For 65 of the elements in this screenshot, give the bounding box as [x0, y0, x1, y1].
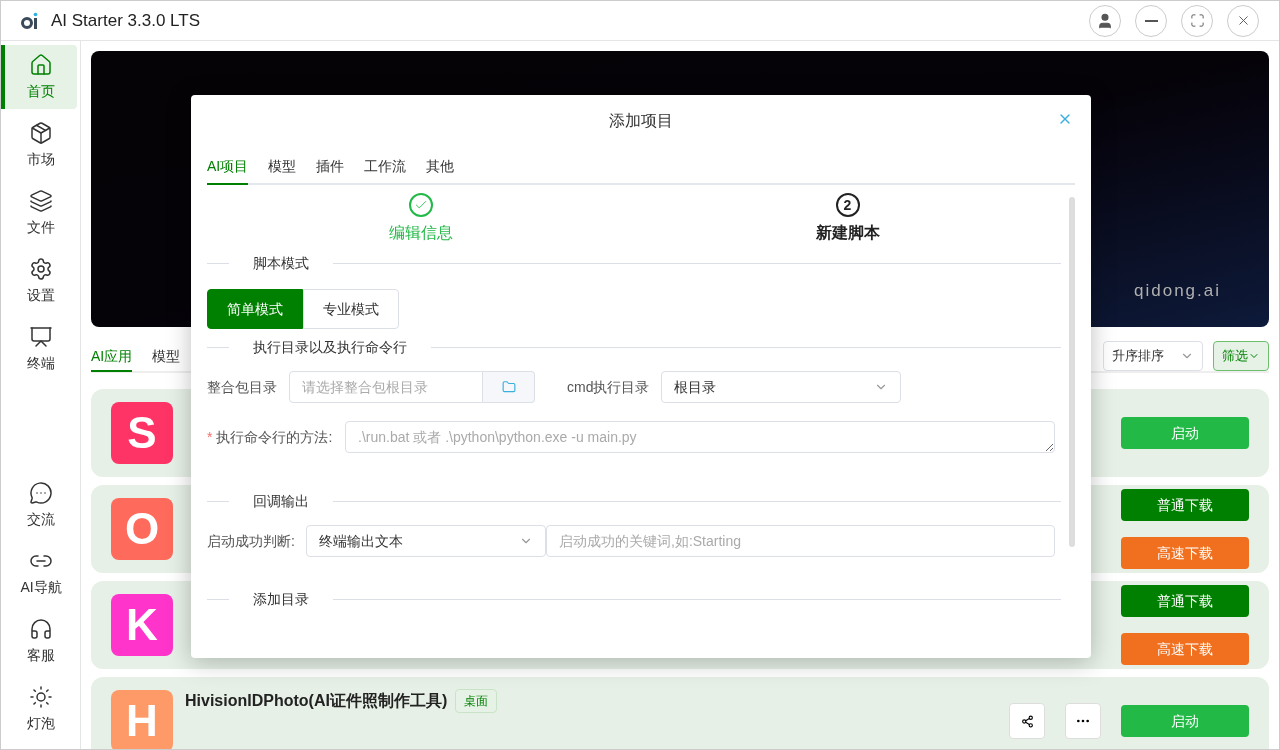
field-label: cmd执行目录 — [567, 377, 650, 397]
section-title: 添加目录 — [253, 589, 309, 609]
command-field[interactable]: .\run.bat 或者 .\python\python.exe -u main.py — [345, 421, 1055, 453]
directory-select[interactable]: 根目录 — [661, 371, 902, 403]
window-title: AI Starter 3.3.0 LTS — [51, 9, 200, 32]
action-button[interactable]: 普通下载 — [1121, 585, 1249, 617]
dialog-tab[interactable]: AI项目 — [207, 149, 249, 185]
dialog-tab[interactable]: 模型 — [268, 149, 297, 185]
sun-icon — [29, 684, 53, 709]
app-title: HivisionIDPhoto(AI证件照制作工具) — [185, 691, 448, 711]
box-icon — [29, 120, 53, 145]
dialog-title: 添加项目 — [609, 111, 673, 131]
field-label: 执行命令行的方法: — [216, 427, 333, 447]
settings-icon — [29, 256, 53, 281]
category-tab[interactable]: AI应用 — [91, 342, 133, 372]
stack-icon — [29, 188, 53, 213]
banner-caption: qidong.ai — [1134, 279, 1221, 302]
dialog-tab[interactable]: 插件 — [316, 149, 345, 185]
step-label: 新建脚本 — [815, 223, 880, 243]
required-mark: * — [207, 427, 213, 447]
field-label: 整合包目录 — [207, 377, 278, 397]
easel-icon — [29, 324, 53, 349]
share-button[interactable] — [1009, 703, 1045, 739]
step-number: 2 — [835, 193, 860, 217]
action-button[interactable]: 普通下载 — [1121, 489, 1249, 521]
more-button[interactable] — [1065, 703, 1101, 739]
share-icon — [1020, 714, 1034, 728]
keyword-field[interactable]: 启动成功的关键词,如:Starting — [546, 525, 1055, 557]
home-icon — [29, 52, 53, 77]
field-label: 启动成功判断: — [207, 531, 296, 551]
sidebar-item[interactable]: 灯泡 — [1, 677, 77, 741]
minimize-icon — [1144, 19, 1158, 22]
mode-toggle[interactable]: 专业模式 — [303, 289, 399, 329]
directory-field[interactable]: 请选择整合包根目录 — [289, 371, 483, 403]
app-logo: S — [111, 402, 173, 464]
sidebar-item[interactable]: 设置 — [1, 249, 77, 313]
filter-button[interactable]: 筛选 — [1213, 341, 1269, 371]
app-logo: K — [111, 594, 173, 656]
app-logo: H — [111, 690, 173, 749]
sidebar-item[interactable]: 终端 — [1, 317, 77, 381]
dialog-tab[interactable]: 工作流 — [364, 149, 407, 185]
sidebar-item[interactable]: AI导航 — [1, 541, 77, 605]
category-tab[interactable]: 模型 — [152, 342, 181, 372]
section-title: 脚本模式 — [253, 253, 309, 273]
folder-browse-button[interactable] — [483, 371, 535, 403]
dialog-tab[interactable]: 其他 — [426, 149, 455, 185]
step-label: 编辑信息 — [388, 223, 453, 243]
app-logo: O — [111, 498, 173, 560]
output-type-select[interactable]: 终端输出文本 — [306, 525, 546, 557]
app-tag: 桌面 — [455, 689, 498, 713]
user-icon — [1096, 11, 1114, 30]
maximize-icon — [1189, 13, 1205, 28]
sort-select[interactable]: 升序排序 — [1103, 341, 1203, 371]
sidebar-item[interactable]: 客服 — [1, 609, 77, 673]
sidebar-item[interactable]: 文件 — [1, 181, 77, 245]
chat-icon — [29, 480, 53, 505]
folder-icon — [501, 380, 516, 394]
app-logo-icon — [21, 11, 39, 30]
headset-icon — [29, 616, 53, 641]
sidebar-item[interactable]: 交流 — [1, 473, 77, 537]
sidebar-item[interactable]: 首页 — [1, 45, 77, 109]
mode-toggle[interactable]: 简单模式 — [207, 289, 303, 329]
section-title: 执行目录以及执行命令行 — [253, 337, 407, 357]
section-title: 回调输出 — [253, 491, 309, 511]
sidebar-item[interactable]: 市场 — [1, 113, 77, 177]
